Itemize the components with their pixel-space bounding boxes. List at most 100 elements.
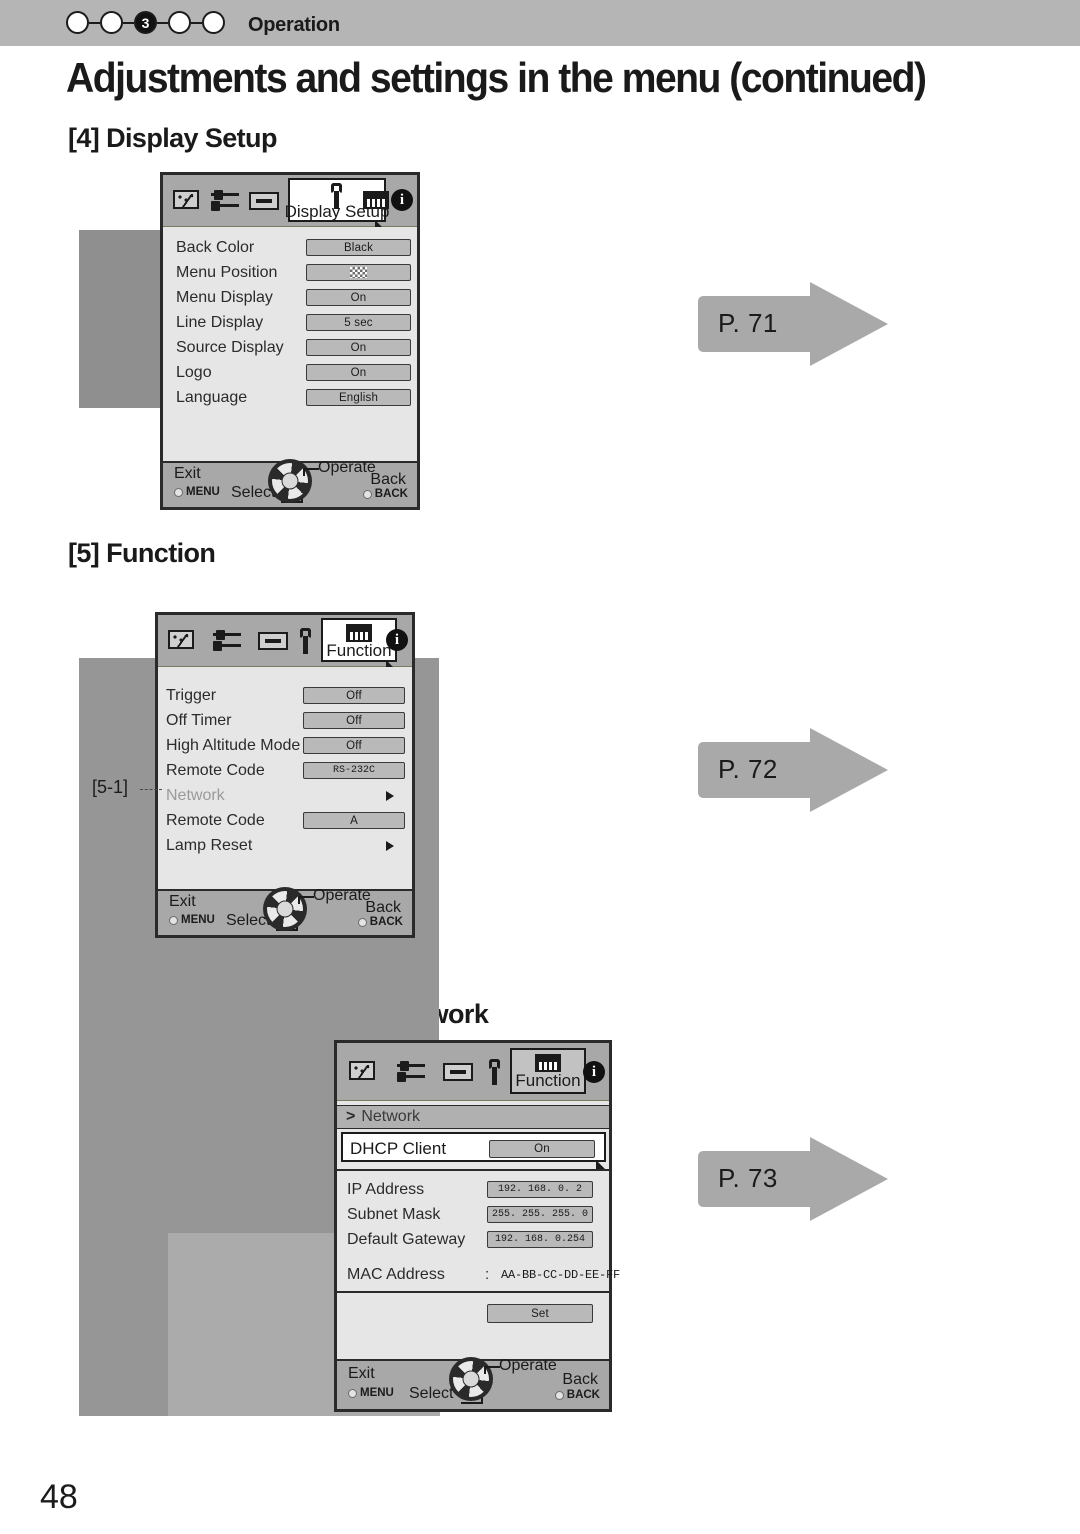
osd-menu-list-display-setup: Back Color Black Menu Position Menu Disp… [163, 227, 417, 463]
page-title: Adjustments and settings in the menu (co… [66, 54, 927, 101]
osd-panel-display-setup: Display Setup i Back Color Black Menu Po… [160, 172, 420, 510]
page-ref-arrow-71: P. 71 [692, 280, 892, 368]
menu-row-value[interactable]: Black [306, 239, 411, 256]
menu-row[interactable]: Menu Position [163, 260, 417, 285]
select-leader-line [461, 1402, 483, 1404]
menu-row[interactable]: High Altitude Mode Off [158, 733, 412, 758]
picture-icon[interactable] [349, 1061, 375, 1080]
operate-dial-icon[interactable] [263, 887, 307, 931]
back-dot-icon [357, 917, 367, 927]
set-button[interactable]: Set [487, 1304, 593, 1323]
footer-select-label: Select [409, 1385, 454, 1402]
footer-menu-button[interactable]: MENU [174, 486, 220, 498]
section-heading-function: [5] Function [68, 538, 216, 568]
menu-row[interactable]: Remote Code A [158, 808, 412, 833]
tab-function-selected[interactable]: Function [510, 1048, 586, 1094]
footer-back-button[interactable]: BACK [554, 1389, 600, 1401]
menu-row[interactable]: Off Timer Off [158, 708, 412, 733]
step-node-3-active: 3 [134, 11, 157, 34]
footer-menu-button[interactable]: MENU [169, 914, 215, 926]
sliders-icon[interactable] [211, 189, 239, 211]
menu-row[interactable]: Lamp Reset [158, 833, 412, 858]
menu-row[interactable]: Back Color Black [163, 235, 417, 260]
menu-row-label: Remote Code [166, 761, 265, 779]
submenu-arrow-icon [386, 841, 394, 851]
tab-function-label: Function [326, 641, 392, 660]
footer-operate-label: Operate [499, 1357, 557, 1374]
info-icon[interactable]: i [391, 189, 413, 211]
submenu-arrow-icon [386, 791, 394, 801]
function-keys-icon[interactable] [363, 191, 389, 209]
menu-row-network[interactable]: Network [158, 783, 412, 808]
step-link [123, 21, 134, 24]
page-ref-arrow-72: P. 72 [692, 726, 892, 814]
chapter-step-chain: 3 [66, 11, 225, 34]
menu-row-value-position[interactable] [306, 264, 411, 281]
set-button-row[interactable]: Set [337, 1301, 609, 1326]
menu-row[interactable]: Default Gateway 192. 168. 0.254 [337, 1227, 609, 1252]
menu-row-value[interactable]: On [306, 289, 411, 306]
menu-dot-icon [348, 1388, 357, 1398]
mac-address-row: MAC Address : AA-BB-CC-DD-EE-FF [337, 1262, 620, 1287]
operate-dial-icon[interactable] [268, 459, 312, 503]
menu-row[interactable]: Subnet Mask 255. 255. 255. 0 [337, 1202, 609, 1227]
menu-row-value[interactable]: Off [303, 712, 405, 729]
operate-leader-line [298, 896, 314, 898]
sliders-icon[interactable] [213, 629, 241, 651]
screen-bar-icon[interactable] [249, 192, 279, 210]
wrench-icon[interactable] [487, 1059, 503, 1085]
menu-row-value[interactable]: 192. 168. 0. 2 [487, 1181, 593, 1198]
screen-bar-icon[interactable] [258, 632, 288, 650]
wrench-icon[interactable] [298, 628, 314, 654]
operate-dial-icon[interactable] [449, 1357, 493, 1401]
info-icon[interactable]: i [583, 1061, 605, 1083]
menu-row[interactable]: IP Address 192. 168. 0. 2 [337, 1177, 609, 1202]
footer-exit-label: Exit [169, 893, 196, 910]
menu-row-value[interactable]: 5 sec [306, 314, 411, 331]
step-link [191, 21, 202, 24]
screen-bar-icon[interactable] [443, 1063, 473, 1081]
step-node-4 [168, 11, 191, 34]
menu-row-value[interactable]: A [303, 812, 405, 829]
dhcp-client-value[interactable]: On [489, 1140, 595, 1158]
menu-row[interactable]: Logo On [163, 360, 417, 385]
step-link [157, 21, 168, 24]
menu-row-label: Trigger [166, 686, 217, 704]
menu-row-value[interactable]: Off [303, 687, 405, 704]
osd-footer: Exit MENU Select Operate Back BACK [163, 459, 417, 507]
step-link [89, 21, 100, 24]
menu-row-value[interactable]: Off [303, 737, 405, 754]
dhcp-client-row-highlighted[interactable]: DHCP Client On [341, 1132, 606, 1170]
step-node-2 [100, 11, 123, 34]
menu-row[interactable]: Language English [163, 385, 417, 410]
menu-row-value[interactable]: On [306, 364, 411, 381]
info-icon[interactable]: i [386, 629, 408, 651]
menu-row-value[interactable]: On [306, 339, 411, 356]
footer-back-button[interactable]: BACK [357, 916, 403, 928]
menu-row-value[interactable]: English [306, 389, 411, 406]
menu-row[interactable]: Line Display 5 sec [163, 310, 417, 335]
menu-row[interactable]: Source Display On [163, 335, 417, 360]
callout-5-1-leader [140, 789, 162, 790]
step-node-5 [202, 11, 225, 34]
sliders-icon[interactable] [397, 1060, 425, 1082]
footer-menu-button[interactable]: MENU [348, 1387, 394, 1399]
back-dot-icon [554, 1390, 564, 1400]
menu-row[interactable]: Menu Display On [163, 285, 417, 310]
menu-row[interactable]: Trigger Off [158, 683, 412, 708]
menu-row[interactable]: Remote Code RS-232C [158, 758, 412, 783]
network-divider-bottom [337, 1291, 609, 1293]
menu-row-value[interactable]: 255. 255. 255. 0 [487, 1206, 593, 1223]
footer-back-button[interactable]: BACK [362, 488, 408, 500]
menu-row-label: Subnet Mask [347, 1205, 441, 1223]
footer-back-label: Back [562, 1371, 598, 1388]
picture-icon[interactable] [173, 190, 199, 209]
wrench-icon [329, 183, 345, 209]
menu-row-label: Back Color [176, 238, 255, 256]
menu-row-label: Menu Display [176, 288, 273, 306]
menu-row-value[interactable]: RS-232C [303, 762, 405, 779]
picture-icon[interactable] [168, 630, 194, 649]
menu-row-value[interactable]: 192. 168. 0.254 [487, 1231, 593, 1248]
page-ref-arrow-73: P. 73 [692, 1135, 892, 1223]
back-dot-icon [362, 489, 372, 499]
